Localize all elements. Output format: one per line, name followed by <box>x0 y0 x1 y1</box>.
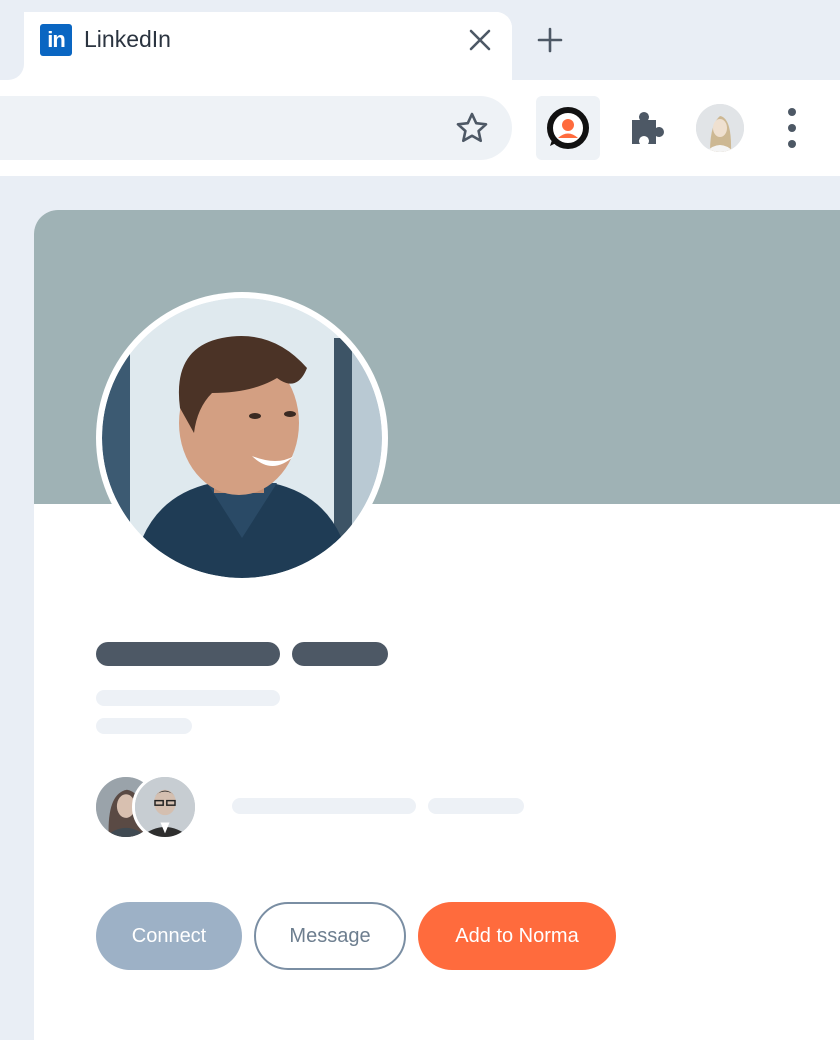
linkedin-icon: in <box>40 24 72 56</box>
profile-card: Connect Message Add to Norma <box>34 210 840 1040</box>
norma-extension-icon <box>547 107 589 149</box>
mutual-text-placeholder-2 <box>428 798 524 814</box>
name-placeholder-2 <box>292 642 388 666</box>
name-placeholder <box>96 642 280 666</box>
headline-placeholder <box>96 690 280 706</box>
add-to-norma-button[interactable]: Add to Norma <box>418 902 616 970</box>
mutual-avatar <box>132 774 198 840</box>
more-vert-icon[interactable] <box>782 106 802 150</box>
profile-photo <box>96 292 388 584</box>
tab-strip: in LinkedIn <box>0 0 840 80</box>
connect-button[interactable]: Connect <box>96 902 242 970</box>
location-placeholder <box>96 718 192 734</box>
star-icon[interactable] <box>454 110 490 146</box>
mutual-text-placeholder <box>232 798 416 814</box>
browser-tab[interactable]: in LinkedIn <box>0 12 512 80</box>
profile-avatar[interactable] <box>696 104 744 152</box>
message-button[interactable]: Message <box>254 902 406 970</box>
close-icon[interactable] <box>466 26 494 54</box>
tab-title: LinkedIn <box>84 26 171 52</box>
address-bar[interactable] <box>0 96 512 160</box>
plus-icon[interactable] <box>536 26 564 54</box>
mutual-connections[interactable] <box>93 774 206 840</box>
browser-tab-body[interactable]: in LinkedIn <box>24 12 512 80</box>
browser-toolbar <box>0 80 840 176</box>
puzzle-icon[interactable] <box>626 108 668 150</box>
page-content: Connect Message Add to Norma <box>0 176 840 1040</box>
norma-extension-button[interactable] <box>536 96 600 160</box>
